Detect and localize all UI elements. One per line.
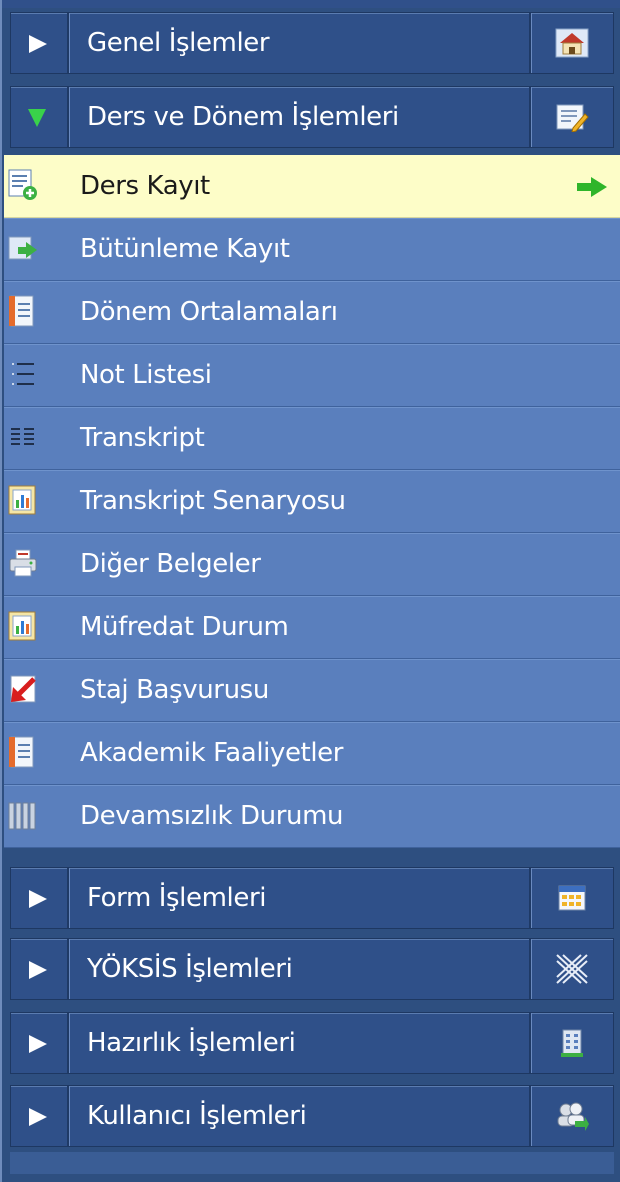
chart-doc-icon	[8, 610, 38, 642]
menu-item-devamsizlik-durumu[interactable]: Devamsızlık Durumu	[4, 785, 620, 848]
triangle-right-icon	[29, 1108, 47, 1126]
menu-item-label: Devamsızlık Durumu	[80, 801, 344, 831]
menu-item-label: Müfredat Durum	[80, 612, 289, 642]
users-icon	[529, 1086, 613, 1146]
collapse-toggle[interactable]	[11, 87, 69, 147]
menu-item-staj-basvurusu[interactable]: Staj Başvurusu	[4, 659, 620, 722]
yoksis-logo-icon	[529, 939, 613, 999]
calendar-grid-icon	[529, 868, 613, 928]
pillars-icon	[8, 799, 38, 831]
section-kullanici-islemleri[interactable]: Kullanıcı İşlemleri	[10, 1085, 614, 1147]
triangle-right-icon	[29, 961, 47, 979]
edit-form-icon	[529, 87, 613, 147]
menu-item-label: Transkript Senaryosu	[80, 486, 346, 516]
menu-top-strip	[2, 0, 620, 8]
arrow-right-icon	[576, 177, 608, 197]
form-add-icon	[8, 169, 38, 201]
menu-item-akademik-faaliyetler[interactable]: Akademik Faaliyetler	[4, 722, 620, 785]
triangle-right-icon	[29, 890, 47, 908]
notebook-icon	[8, 295, 38, 327]
collapse-toggle[interactable]	[11, 13, 69, 73]
section-genel-islemler[interactable]: Genel İşlemler	[10, 12, 614, 74]
section-ders-donem-islemleri[interactable]: Ders ve Dönem İşlemleri	[10, 86, 614, 148]
menu-item-mufredat-durum[interactable]: Müfredat Durum	[4, 596, 620, 659]
notebook-icon	[8, 736, 38, 768]
red-arrow-icon	[8, 673, 38, 705]
menu-item-not-listesi[interactable]: Not Listesi	[4, 344, 620, 407]
menu-item-label: Ders Kayıt	[80, 171, 210, 201]
menu-item-diger-belgeler[interactable]: Diğer Belgeler	[4, 533, 620, 596]
collapse-toggle[interactable]	[11, 939, 69, 999]
section-hazirlik-islemleri[interactable]: Hazırlık İşlemleri	[10, 1012, 614, 1074]
menu-item-label: Akademik Faaliyetler	[80, 738, 344, 768]
menu-item-transkript[interactable]: Transkript	[4, 407, 620, 470]
columns-icon	[8, 421, 38, 453]
menu-footer	[10, 1152, 614, 1174]
menu-item-label: Bütünleme Kayıt	[80, 234, 290, 264]
menu-item-label: Diğer Belgeler	[80, 549, 261, 579]
menu-item-ders-kayit[interactable]: Ders Kayıt	[4, 155, 620, 218]
section-label: Hazırlık İşlemleri	[87, 1028, 296, 1058]
collapse-toggle[interactable]	[11, 1086, 69, 1146]
printer-icon	[8, 547, 38, 579]
collapse-toggle[interactable]	[11, 1013, 69, 1073]
menu-item-label: Dönem Ortalamaları	[80, 297, 338, 327]
triangle-down-icon	[28, 109, 46, 127]
section-form-islemleri[interactable]: Form İşlemleri	[10, 867, 614, 929]
section-label: Ders ve Dönem İşlemleri	[87, 102, 399, 132]
chart-doc-icon	[8, 484, 38, 516]
menu-item-butunleme-kayit[interactable]: Bütünleme Kayıt	[4, 218, 620, 281]
section-label: Form İşlemleri	[87, 883, 267, 913]
menu-item-label: Staj Başvurusu	[80, 675, 269, 705]
collapse-toggle[interactable]	[11, 868, 69, 928]
menu-item-donem-ortalamalari[interactable]: Dönem Ortalamaları	[4, 281, 620, 344]
list-icon	[8, 358, 38, 390]
section-yoksis-islemleri[interactable]: YÖKSİS İşlemleri	[10, 938, 614, 1000]
menu-item-label: Transkript	[80, 423, 205, 453]
submenu-list: Ders Kayıt Bütünleme Kayıt Dönem Ortalam…	[4, 155, 620, 848]
triangle-right-icon	[29, 1035, 47, 1053]
building-icon	[529, 1013, 613, 1073]
form-arrow-icon	[8, 232, 38, 264]
home-icon	[529, 13, 613, 73]
triangle-right-icon	[29, 35, 47, 53]
menu-item-transkript-senaryosu[interactable]: Transkript Senaryosu	[4, 470, 620, 533]
side-menu: Genel İşlemler Ders ve Dönem İşlemleri D…	[0, 0, 620, 1182]
section-label: Kullanıcı İşlemleri	[87, 1101, 307, 1131]
section-label: YÖKSİS İşlemleri	[87, 954, 293, 984]
menu-item-label: Not Listesi	[80, 360, 212, 390]
section-label: Genel İşlemler	[87, 28, 270, 58]
